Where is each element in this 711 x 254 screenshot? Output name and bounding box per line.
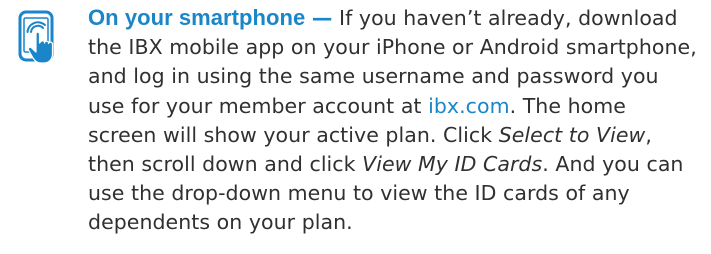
ibx-website-link[interactable]: ibx.com	[428, 94, 510, 118]
select-to-view-label: Select to View	[498, 122, 646, 147]
smartphone-tap-icon	[14, 10, 70, 66]
view-my-id-cards-label: View My ID Cards	[362, 152, 543, 177]
smartphone-instructions-paragraph: On your smartphone — If you haven’t alre…	[88, 3, 700, 238]
section-heading: On your smartphone	[88, 5, 306, 30]
heading-dash: —	[311, 6, 333, 30]
